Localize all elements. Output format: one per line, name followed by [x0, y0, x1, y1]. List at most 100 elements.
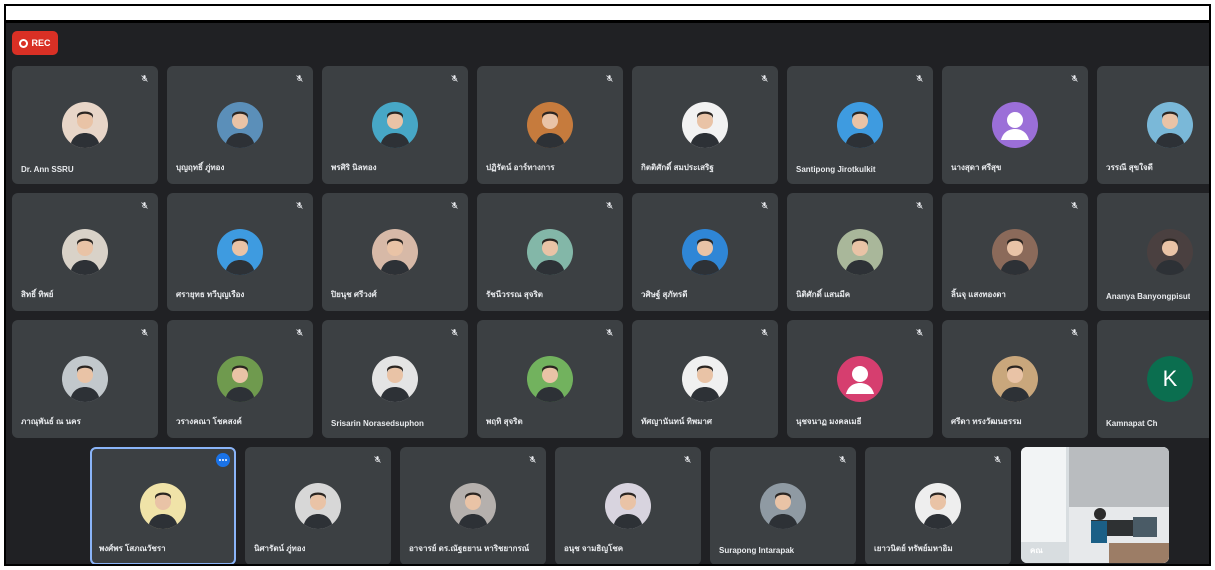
mic-off-icon	[138, 72, 150, 84]
participant-tile[interactable]: ปิยนุช ศรีวงศ์	[322, 193, 468, 311]
more-options-icon[interactable]	[216, 453, 230, 467]
participant-tile[interactable]: อาจารย์ ดร.ณัฐธยาน หาริชยากรณ์	[400, 447, 546, 564]
participant-tile[interactable]: ปฏิรัตน์ อาร์ทางการ	[477, 66, 623, 184]
participant-avatar	[372, 356, 418, 402]
participant-tile[interactable]: พฤทิ สุจริต	[477, 320, 623, 438]
participant-tile[interactable]: นิติศักดิ์ แสนมีค	[787, 193, 933, 311]
profile-photo	[1155, 111, 1185, 148]
participant-tile[interactable]: Ananya Banyongpisut	[1097, 193, 1209, 311]
participant-tile[interactable]: บุญฤทธิ์ ภู่ทอง	[167, 66, 313, 184]
participant-name: นิศารัตน์ ภู่ทอง	[254, 544, 306, 553]
participant-tile[interactable]: K Kamnapat Ch	[1097, 320, 1209, 438]
participant-tile[interactable]: ลิ้นจุ แสงทองดา	[942, 193, 1088, 311]
participant-avatar	[682, 356, 728, 402]
mic-off-icon	[913, 326, 925, 338]
profile-photo	[148, 492, 178, 529]
mic-off-icon	[293, 326, 305, 338]
participant-name: อาจารย์ ดร.ณัฐธยาน หาริชยากรณ์	[409, 544, 530, 553]
participant-avatar	[682, 102, 728, 148]
participant-tile[interactable]: เยาวนิตย์ ทรัพย์มหาอิม	[865, 447, 1011, 564]
participant-tile[interactable]: วศิษฐ์ สุภัทรดี	[632, 193, 778, 311]
mic-off-icon	[448, 326, 460, 338]
participant-tile[interactable]: ศรีดา ทรงวัฒนธรรม	[942, 320, 1088, 438]
mic-off-icon	[448, 72, 460, 84]
mic-off-icon	[138, 199, 150, 211]
participant-name: วรรณี สุขใจดี	[1106, 163, 1153, 172]
participant-name: Kamnapat Ch	[1106, 419, 1158, 428]
room-video-feed	[1021, 447, 1169, 563]
profile-photo	[1000, 238, 1030, 275]
mic-off-icon	[913, 199, 925, 211]
participant-name: นุชจนาฏ มงคลเมธี	[796, 417, 862, 426]
profile-photo	[535, 365, 565, 402]
mic-off-icon	[603, 72, 615, 84]
profile-photo	[690, 365, 720, 402]
profile-photo	[923, 492, 953, 529]
participant-name: วรางคณา โชคสงค์	[176, 417, 242, 426]
profile-photo	[225, 111, 255, 148]
participant-tile[interactable]: พงศ์พร โสภณวัชรา	[90, 447, 236, 564]
profile-photo	[225, 238, 255, 275]
mic-off-icon	[836, 453, 848, 465]
participant-tile[interactable]: อนุช จามธิญโชค	[555, 447, 701, 564]
participant-tile[interactable]: นิศารัตน์ ภู่ทอง	[245, 447, 391, 564]
participant-tile[interactable]: นุชจนาฏ มงคลเมธี	[787, 320, 933, 438]
participant-tile[interactable]: ทัศญานันทน์ ทิพมาศ	[632, 320, 778, 438]
participant-name: กิตติศักดิ์ สมประเสริฐ	[641, 163, 714, 172]
participant-avatar	[62, 102, 108, 148]
recording-badge: REC	[12, 31, 58, 55]
participant-tile[interactable]: Srisarin Norasedsuphon	[322, 320, 468, 438]
mic-off-icon	[1068, 72, 1080, 84]
mic-off-icon	[681, 453, 693, 465]
record-icon	[19, 38, 29, 48]
participant-name: Surapong Intarapak	[719, 546, 795, 555]
mic-off-icon	[603, 199, 615, 211]
participant-avatar	[760, 483, 806, 529]
participant-tile[interactable]: พรศิริ นิลทอง	[322, 66, 468, 184]
participant-tile[interactable]: วรางคณา โชคสงค์	[167, 320, 313, 438]
mic-off-icon	[913, 72, 925, 84]
participant-name: เยาวนิตย์ ทรัพย์มหาอิม	[874, 544, 953, 553]
mic-off-icon	[526, 453, 538, 465]
participant-tile[interactable]: Dr. Ann SSRU	[12, 66, 158, 184]
participant-tile[interactable]: Santipong Jirotkulkit	[787, 66, 933, 184]
participant-tile[interactable]: นางสุดา ศรีสุข	[942, 66, 1088, 184]
profile-photo	[690, 238, 720, 275]
participant-tile[interactable]: สิทธิ์ ทิพย์	[12, 193, 158, 311]
participant-name: Ananya Banyongpisut	[1106, 292, 1191, 301]
participant-tile[interactable]: รัชนีวรรณ สุจริต	[477, 193, 623, 311]
profile-photo	[1155, 238, 1185, 275]
participant-name: ลิ้นจุ แสงทองดา	[951, 290, 1006, 299]
participant-name: ศรีดา ทรงวัฒนธรรม	[951, 417, 1022, 426]
participant-avatar	[295, 483, 341, 529]
participant-name: ศรายุทธ ทวีบุญเรือง	[176, 290, 245, 299]
profile-photo	[458, 492, 488, 529]
profile-photo	[70, 238, 100, 275]
participant-tile[interactable]: วรรณี สุขใจดี	[1097, 66, 1209, 184]
mic-off-icon	[1068, 326, 1080, 338]
participant-tile[interactable]: ภาณุพันธ์ ณ นคร	[12, 320, 158, 438]
participant-avatar	[1147, 229, 1193, 275]
participant-avatar	[372, 102, 418, 148]
participant-tile[interactable]: กิตติศักดิ์ สมประเสริฐ	[632, 66, 778, 184]
participant-avatar	[992, 229, 1038, 275]
participant-name: ทัศญานันทน์ ทิพมาศ	[641, 417, 712, 426]
participant-avatar	[527, 356, 573, 402]
default-user-icon	[846, 366, 874, 394]
participant-video-tile[interactable]: คณ	[1021, 447, 1169, 563]
participant-name: สิทธิ์ ทิพย์	[21, 290, 54, 299]
participant-tile[interactable]: ศรายุทธ ทวีบุญเรือง	[167, 193, 313, 311]
participant-avatar	[837, 229, 883, 275]
mic-off-icon	[758, 326, 770, 338]
participant-avatar	[62, 356, 108, 402]
participant-avatar	[62, 229, 108, 275]
participant-name: นิติศักดิ์ แสนมีค	[796, 290, 851, 299]
profile-photo	[690, 111, 720, 148]
mic-off-icon	[991, 453, 1003, 465]
participant-tile[interactable]: Surapong Intarapak	[710, 447, 856, 564]
participant-avatar	[217, 229, 263, 275]
participant-avatar	[837, 102, 883, 148]
participant-avatar	[372, 229, 418, 275]
participant-name: รัชนีวรรณ สุจริต	[486, 290, 543, 299]
default-user-icon	[1001, 112, 1029, 140]
